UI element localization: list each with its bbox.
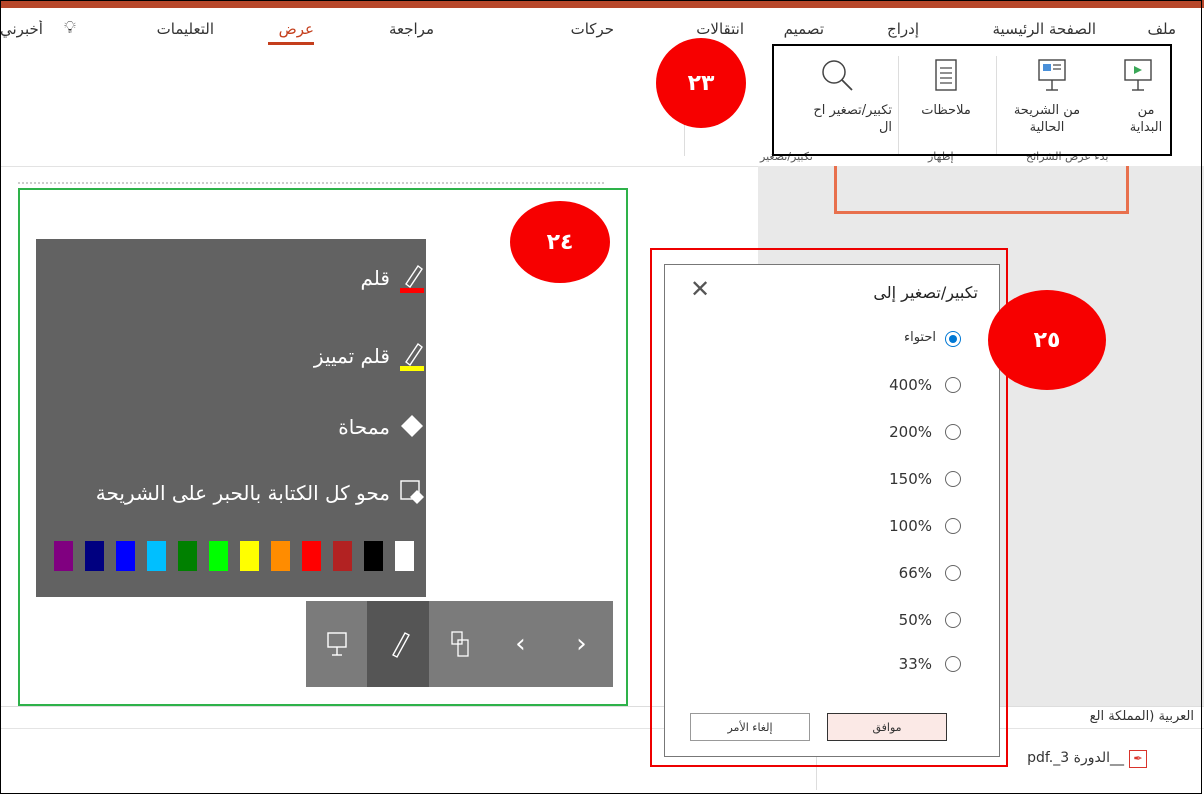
tab-animations[interactable]: حركات <box>571 20 614 38</box>
ribbon-tab-bar: ملف الصفحة الرئيسية إدراج تصميم انتقالات… <box>0 8 1204 48</box>
slide-edge-dotted <box>18 182 604 184</box>
pdf-file-icon: ✒ <box>1129 750 1147 768</box>
radio-66[interactable] <box>945 565 961 581</box>
option-label-66: 66% <box>898 564 932 582</box>
tab-home[interactable]: الصفحة الرئيسية <box>993 20 1097 38</box>
radio-50[interactable] <box>945 612 961 628</box>
cancel-button[interactable]: إلغاء الأمر <box>690 713 810 741</box>
option-label-150: 150% <box>889 470 932 488</box>
radio-200[interactable] <box>945 424 961 440</box>
tab-view[interactable]: عرض <box>279 20 314 38</box>
slide-thumbnail-frame <box>834 166 1129 214</box>
option-label-100: 100% <box>889 517 932 535</box>
tab-transitions[interactable]: انتقالات <box>696 20 744 38</box>
option-label-33: 33% <box>898 655 932 673</box>
zoom-dialog-title: تكبير/تصغير إلى <box>873 283 978 302</box>
badge-25: ٢٥ <box>988 290 1106 390</box>
tab-tell-me[interactable]: أخبرني <box>0 20 56 38</box>
status-divider <box>0 728 1204 729</box>
option-label-50: 50% <box>898 611 932 629</box>
tab-design[interactable]: تصميم <box>784 20 824 38</box>
option-label-200: 200% <box>889 423 932 441</box>
title-bar-strip <box>0 0 1204 8</box>
tab-help[interactable]: التعليمات <box>157 20 214 38</box>
lightbulb-icon[interactable]: 💡︎ <box>64 18 76 38</box>
active-tab-indicator <box>268 42 314 45</box>
tab-file[interactable]: ملف <box>1147 20 1176 38</box>
radio-400[interactable] <box>945 377 961 393</box>
tab-insert[interactable]: إدراج <box>887 20 919 38</box>
ok-button[interactable]: موافق <box>827 713 947 741</box>
close-icon[interactable]: ✕ <box>690 275 710 303</box>
radio-100[interactable] <box>945 518 961 534</box>
badge-23: ٢٣ <box>656 38 746 128</box>
radio-33[interactable] <box>945 656 961 672</box>
radio-fit[interactable] <box>945 331 961 347</box>
option-label-fit: احتواء <box>903 330 936 345</box>
option-label-400: 400% <box>889 376 932 394</box>
status-divider <box>0 706 1204 707</box>
badge-24: ٢٤ <box>510 201 610 283</box>
tab-review[interactable]: مراجعة <box>389 20 434 38</box>
radio-150[interactable] <box>945 471 961 487</box>
annotation-frame-23 <box>772 44 1172 156</box>
language-indicator[interactable]: العربية (المملكة الع <box>1004 709 1194 724</box>
